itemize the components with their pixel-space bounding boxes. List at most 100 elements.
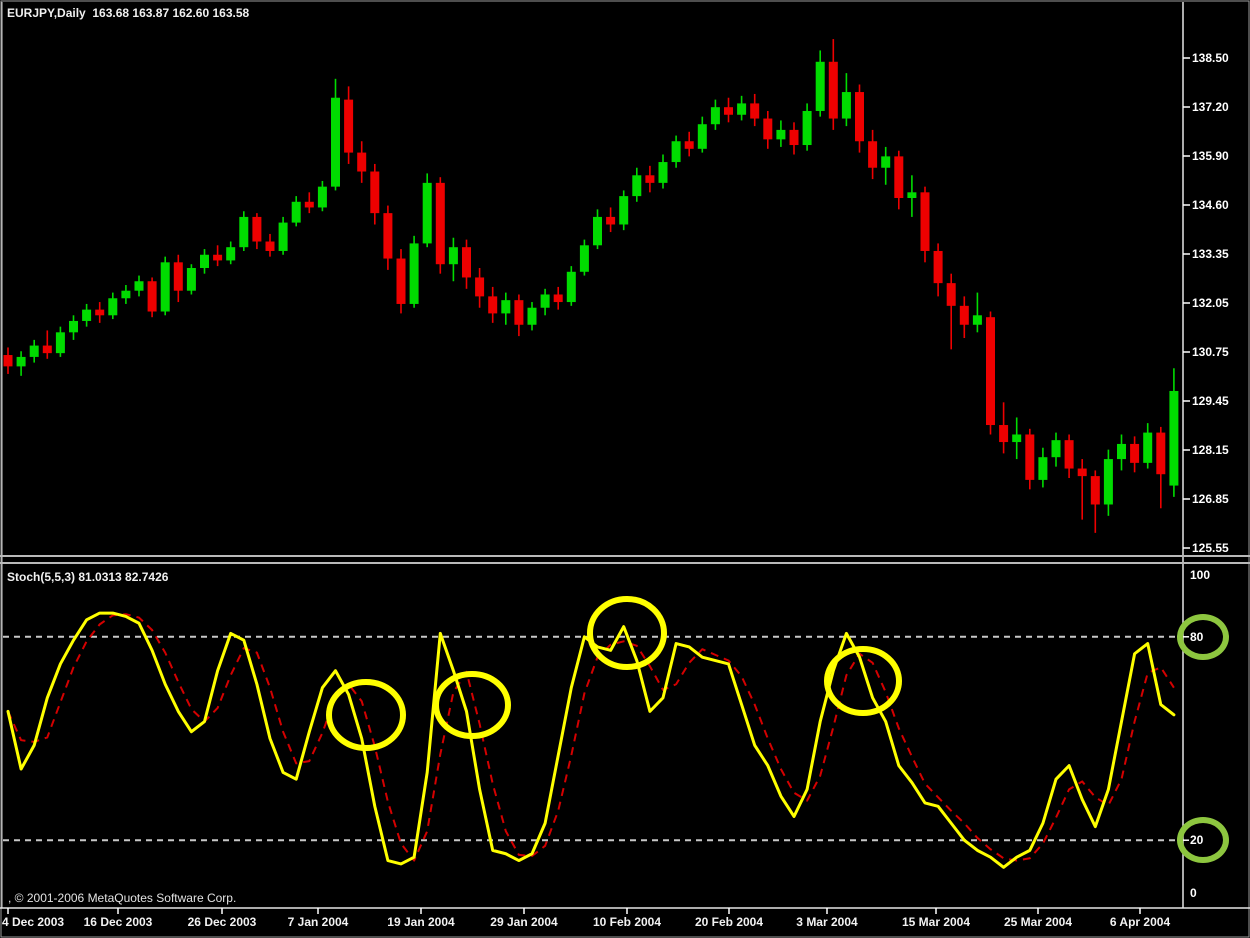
candle-body <box>1169 390 1179 486</box>
candle-body <box>1038 457 1048 480</box>
candle-body <box>671 141 681 163</box>
candle-body <box>304 201 314 208</box>
green-highlight-circle <box>1177 614 1229 660</box>
candle-body <box>789 129 799 146</box>
candle-body <box>108 298 118 316</box>
candle-body <box>226 247 236 261</box>
candle-body <box>999 425 1009 443</box>
candle-body <box>42 345 52 354</box>
candle-body <box>1103 459 1113 505</box>
candle-body <box>173 262 183 291</box>
candle-body <box>1051 440 1061 458</box>
candle-body <box>815 61 825 111</box>
candle-body <box>396 258 406 304</box>
price-axis-label: 134.60 <box>1192 198 1229 212</box>
candle-body <box>540 294 550 308</box>
candle-body <box>566 271 576 303</box>
candle-body <box>344 99 354 153</box>
candle-body <box>986 317 995 426</box>
candle-body <box>972 315 982 325</box>
candle-body <box>1090 476 1100 505</box>
candle-body <box>959 305 969 325</box>
price-axis-label: 133.35 <box>1192 247 1229 261</box>
candle-body <box>645 175 655 183</box>
price-axis-label: 128.15 <box>1192 443 1229 457</box>
copyright-text: , © 2001-2006 MetaQuotes Software Corp. <box>8 891 237 905</box>
price-axis-label: 137.20 <box>1192 100 1229 114</box>
candle-body <box>357 152 367 172</box>
candle-body <box>1064 440 1074 469</box>
candle-body <box>593 216 602 246</box>
candle-body <box>868 141 878 168</box>
date-axis-label: 19 Jan 2004 <box>387 915 455 929</box>
candle-body <box>448 247 458 265</box>
date-axis-label: 15 Mar 2004 <box>901 915 971 929</box>
candle-body <box>1077 468 1087 477</box>
candle-body <box>684 141 694 149</box>
candle-body <box>946 283 956 306</box>
candle-body <box>697 124 707 149</box>
candle-body <box>501 300 511 314</box>
candle-body <box>750 103 760 119</box>
price-axis-label: 138.50 <box>1192 51 1229 65</box>
candle-body <box>252 216 262 242</box>
candle-body <box>763 118 773 140</box>
price-axis-label: 126.85 <box>1192 492 1229 506</box>
candle-body <box>475 277 485 297</box>
candle-body <box>265 241 275 251</box>
date-axis-label: 6 Apr 2004 <box>1109 915 1171 929</box>
candle-body <box>69 320 78 333</box>
candle-body <box>95 309 105 316</box>
candle-body <box>55 332 65 354</box>
price-axis-label: 132.05 <box>1192 296 1229 310</box>
candle-body <box>579 245 589 272</box>
chart-canvas[interactable] <box>0 0 1250 938</box>
date-axis-label: 4 Dec 2003 <box>2 915 65 929</box>
candle-body <box>1025 434 1035 480</box>
price-axis-label: 125.55 <box>1192 541 1229 555</box>
candle-body <box>894 156 904 198</box>
candle-body <box>370 171 380 214</box>
stoch-axis-label-100: 100 <box>1190 568 1211 582</box>
date-axis-label: 10 Feb 2004 <box>592 915 662 929</box>
date-axis-label: 3 Mar 2004 <box>796 915 858 929</box>
candle-body <box>147 281 157 312</box>
candle-body <box>278 222 288 251</box>
candle-body <box>724 107 733 115</box>
candle-body <box>1156 432 1166 475</box>
candle-body <box>841 92 851 119</box>
candle-body <box>553 294 563 303</box>
candle-body <box>291 201 301 223</box>
stoch-indicator-label: Stoch(5,5,3) 81.0313 82.7426 <box>7 570 169 584</box>
date-axis-label: 16 Dec 2003 <box>83 915 153 929</box>
candle-body <box>186 268 196 291</box>
date-axis-label: 25 Mar 2004 <box>1003 915 1073 929</box>
candle-body <box>1117 443 1126 460</box>
candle-body <box>855 92 864 142</box>
candle-body <box>920 192 930 251</box>
stoch-signal-line-d <box>7 613 1175 862</box>
candle-body <box>710 107 720 125</box>
candle-body <box>435 182 445 265</box>
candle-body <box>514 300 524 325</box>
yellow-highlight-circle <box>433 671 511 739</box>
candle-body <box>658 162 668 183</box>
candle-body <box>16 356 26 367</box>
candle-body <box>317 186 327 208</box>
price-axis-label: 129.45 <box>1192 394 1229 408</box>
candle-body <box>527 307 537 325</box>
date-axis-label: 26 Dec 2003 <box>187 915 257 929</box>
candle-body <box>776 129 786 140</box>
candle-body <box>737 103 747 115</box>
candle-body <box>606 216 616 225</box>
stoch-axis-label-0: 0 <box>1190 886 1197 900</box>
yellow-highlight-circle <box>824 646 902 716</box>
candle-body <box>134 281 144 291</box>
candle-body <box>462 247 471 278</box>
candle-body <box>907 192 917 198</box>
candle-body <box>1143 432 1153 463</box>
candle-body <box>121 290 131 299</box>
candle-body <box>409 243 419 304</box>
candle-body <box>160 262 170 312</box>
candle-body <box>29 345 39 357</box>
